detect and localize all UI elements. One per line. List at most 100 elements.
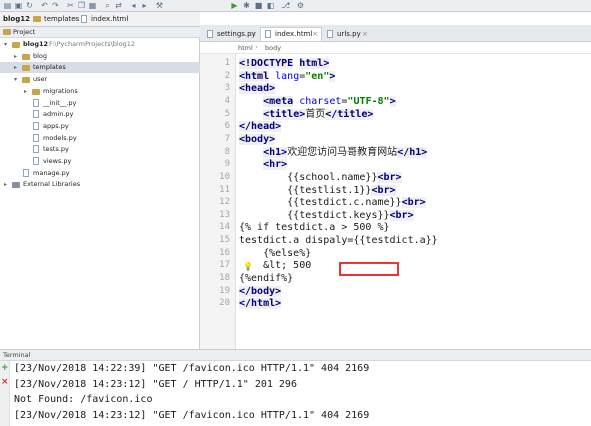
replace-icon[interactable]: ⇄ <box>114 1 123 10</box>
paste-icon[interactable]: ▦ <box>88 1 97 10</box>
code-line[interactable]: </body> <box>239 285 282 298</box>
back-icon[interactable]: ◂ <box>129 1 138 10</box>
settings-icon[interactable]: ⚙ <box>296 1 305 10</box>
line-number: 9 <box>224 159 230 170</box>
project-panel-title[interactable]: Project <box>13 28 35 36</box>
close-icon[interactable]: × <box>312 28 318 41</box>
tree-item[interactable]: __init__.py <box>0 98 200 109</box>
chevron-down-icon[interactable]: ▾ <box>14 74 17 85</box>
open-icon[interactable]: ▤ <box>3 1 12 10</box>
code-line[interactable]: <meta charset="UTF-8"> <box>239 95 396 108</box>
code-line[interactable]: <html lang="en"> <box>239 70 336 83</box>
chevron-right-icon: › <box>124 14 128 23</box>
code-line[interactable]: testdict.a dispaly={{testdict.a}} <box>239 234 438 247</box>
tree-item-label: blog <box>33 51 48 60</box>
chevron-right-icon[interactable]: ▸ <box>4 179 7 190</box>
build-icon[interactable]: ⚒ <box>155 1 164 10</box>
chevron-right-icon[interactable]: ▸ <box>14 51 17 62</box>
html-file-icon <box>81 15 87 23</box>
redo-icon[interactable]: ↷ <box>51 1 60 10</box>
chevron-right-icon[interactable]: ▸ <box>24 86 27 97</box>
add-terminal-icon[interactable]: + <box>1 363 9 373</box>
tab-settings-py[interactable]: settings.py × <box>202 27 260 41</box>
tab-urls-py[interactable]: urls.py × <box>322 27 372 41</box>
code-line[interactable]: {{testlist.1}}<br> <box>239 184 396 197</box>
code-line[interactable]: <body> <box>239 133 276 146</box>
tab-label: urls.py <box>337 30 361 38</box>
tree-item-label: tests.py <box>43 145 69 154</box>
stop-icon[interactable]: ■ <box>254 1 263 10</box>
line-number: 3 <box>224 83 230 94</box>
python-file-icon <box>33 145 39 154</box>
tree-item-label: templates <box>33 63 66 72</box>
code-line[interactable]: {%else%} <box>239 247 311 260</box>
tree-item[interactable]: ▸ External Libraries <box>0 179 200 190</box>
lightbulb-icon[interactable]: 💡 <box>243 262 253 271</box>
code-line[interactable]: {{testdict.c.name}}<br> <box>239 196 426 209</box>
tab-index-html[interactable]: index.html × <box>260 27 322 41</box>
project-icon <box>3 29 11 35</box>
debug-icon[interactable]: ✱ <box>242 1 251 10</box>
tree-item[interactable]: tests.py <box>0 144 200 155</box>
tree-item-label: External Libraries <box>23 180 81 189</box>
run-icon[interactable]: ▶ <box>230 1 239 10</box>
code-line[interactable]: {{testdict.keys}}<br> <box>239 209 414 222</box>
folder-icon <box>12 42 20 48</box>
tree-item[interactable]: manage.py <box>0 168 200 179</box>
tree-item[interactable]: ▸ migrations <box>0 86 200 97</box>
copy-icon[interactable]: ❐ <box>77 1 86 10</box>
code-line[interactable]: <title>首页</title> <box>239 108 374 121</box>
code-line[interactable]: <hr> <box>239 158 288 171</box>
find-icon[interactable]: ⌕ <box>103 1 112 10</box>
terminal-line: [23/Nov/2018 14:23:12] "GET / HTTP/1.1" … <box>14 378 297 390</box>
tree-item[interactable]: ▸ templates <box>0 62 200 74</box>
forward-icon[interactable]: ▸ <box>140 1 149 10</box>
code-line[interactable]: {{school.name}}<br> <box>239 171 402 184</box>
line-number: 1 <box>224 58 230 68</box>
line-number: 19 <box>219 285 230 296</box>
coverage-icon[interactable]: ◧ <box>266 1 275 10</box>
line-number: 10 <box>219 171 230 182</box>
close-icon[interactable]: × <box>362 28 368 41</box>
breadcrumb-html[interactable]: html <box>238 44 253 52</box>
line-number: 8 <box>224 146 230 157</box>
tree-item[interactable]: views.py <box>0 156 200 167</box>
code-line[interactable]: <!DOCTYPE html> <box>239 57 330 70</box>
close-terminal-icon[interactable]: × <box>1 377 9 387</box>
undo-icon[interactable]: ↶ <box>40 1 49 10</box>
tree-item[interactable]: models.py <box>0 133 200 144</box>
cut-icon[interactable]: ✂ <box>66 1 75 10</box>
save-icon[interactable]: ▣ <box>14 1 23 10</box>
code-editor[interactable]: <!DOCTYPE html> <html lang="en"> <head> <m… <box>236 54 591 349</box>
code-line[interactable]: <head> <box>239 82 276 95</box>
close-icon[interactable]: × <box>250 28 256 41</box>
tree-item[interactable]: admin.py <box>0 109 200 120</box>
python-file-icon <box>33 157 39 165</box>
chevron-down-icon[interactable]: ▾ <box>4 39 7 50</box>
tree-item[interactable]: ▾ user <box>0 74 200 85</box>
code-line[interactable]: {%endif%} <box>239 272 293 285</box>
python-file-icon <box>207 30 213 38</box>
vcs-icon[interactable]: ⎇ <box>281 1 290 10</box>
chevron-right-icon: › <box>255 43 258 51</box>
tab-label: index.html <box>275 30 313 38</box>
python-file-icon <box>33 110 39 119</box>
terminal-panel: + × [23/Nov/2018 14:22:39] "GET /favicon… <box>0 361 591 426</box>
annotation-highlight-box <box>339 262 399 276</box>
tree-item[interactable]: ▸ blog <box>0 51 200 62</box>
code-line[interactable]: <h1>欢迎您访问马哥教育网站</h1> <box>239 146 428 159</box>
code-line[interactable]: {% if testdict.a > 500 %} <box>239 221 390 234</box>
chevron-right-icon[interactable]: ▸ <box>14 62 17 73</box>
terminal-line: [23/Nov/2018 14:23:12] "GET /favicon.ico… <box>14 409 370 421</box>
breadcrumb-body[interactable]: body <box>265 44 281 52</box>
nav-crumb-file[interactable]: index.html <box>91 15 128 23</box>
terminal-header[interactable]: Terminal <box>0 349 591 361</box>
sync-icon[interactable]: ↻ <box>25 1 34 10</box>
tree-item-label: manage.py <box>33 168 70 177</box>
code-line[interactable]: </html> <box>239 297 282 310</box>
python-file-icon <box>23 168 29 177</box>
tree-item[interactable]: ▾ blog12 F:\PycharmProjects\blog12 <box>0 39 200 50</box>
tree-item-label: admin.py <box>43 110 74 119</box>
tree-item[interactable]: apps.py <box>0 121 200 132</box>
code-line[interactable]: </head> <box>239 120 282 133</box>
